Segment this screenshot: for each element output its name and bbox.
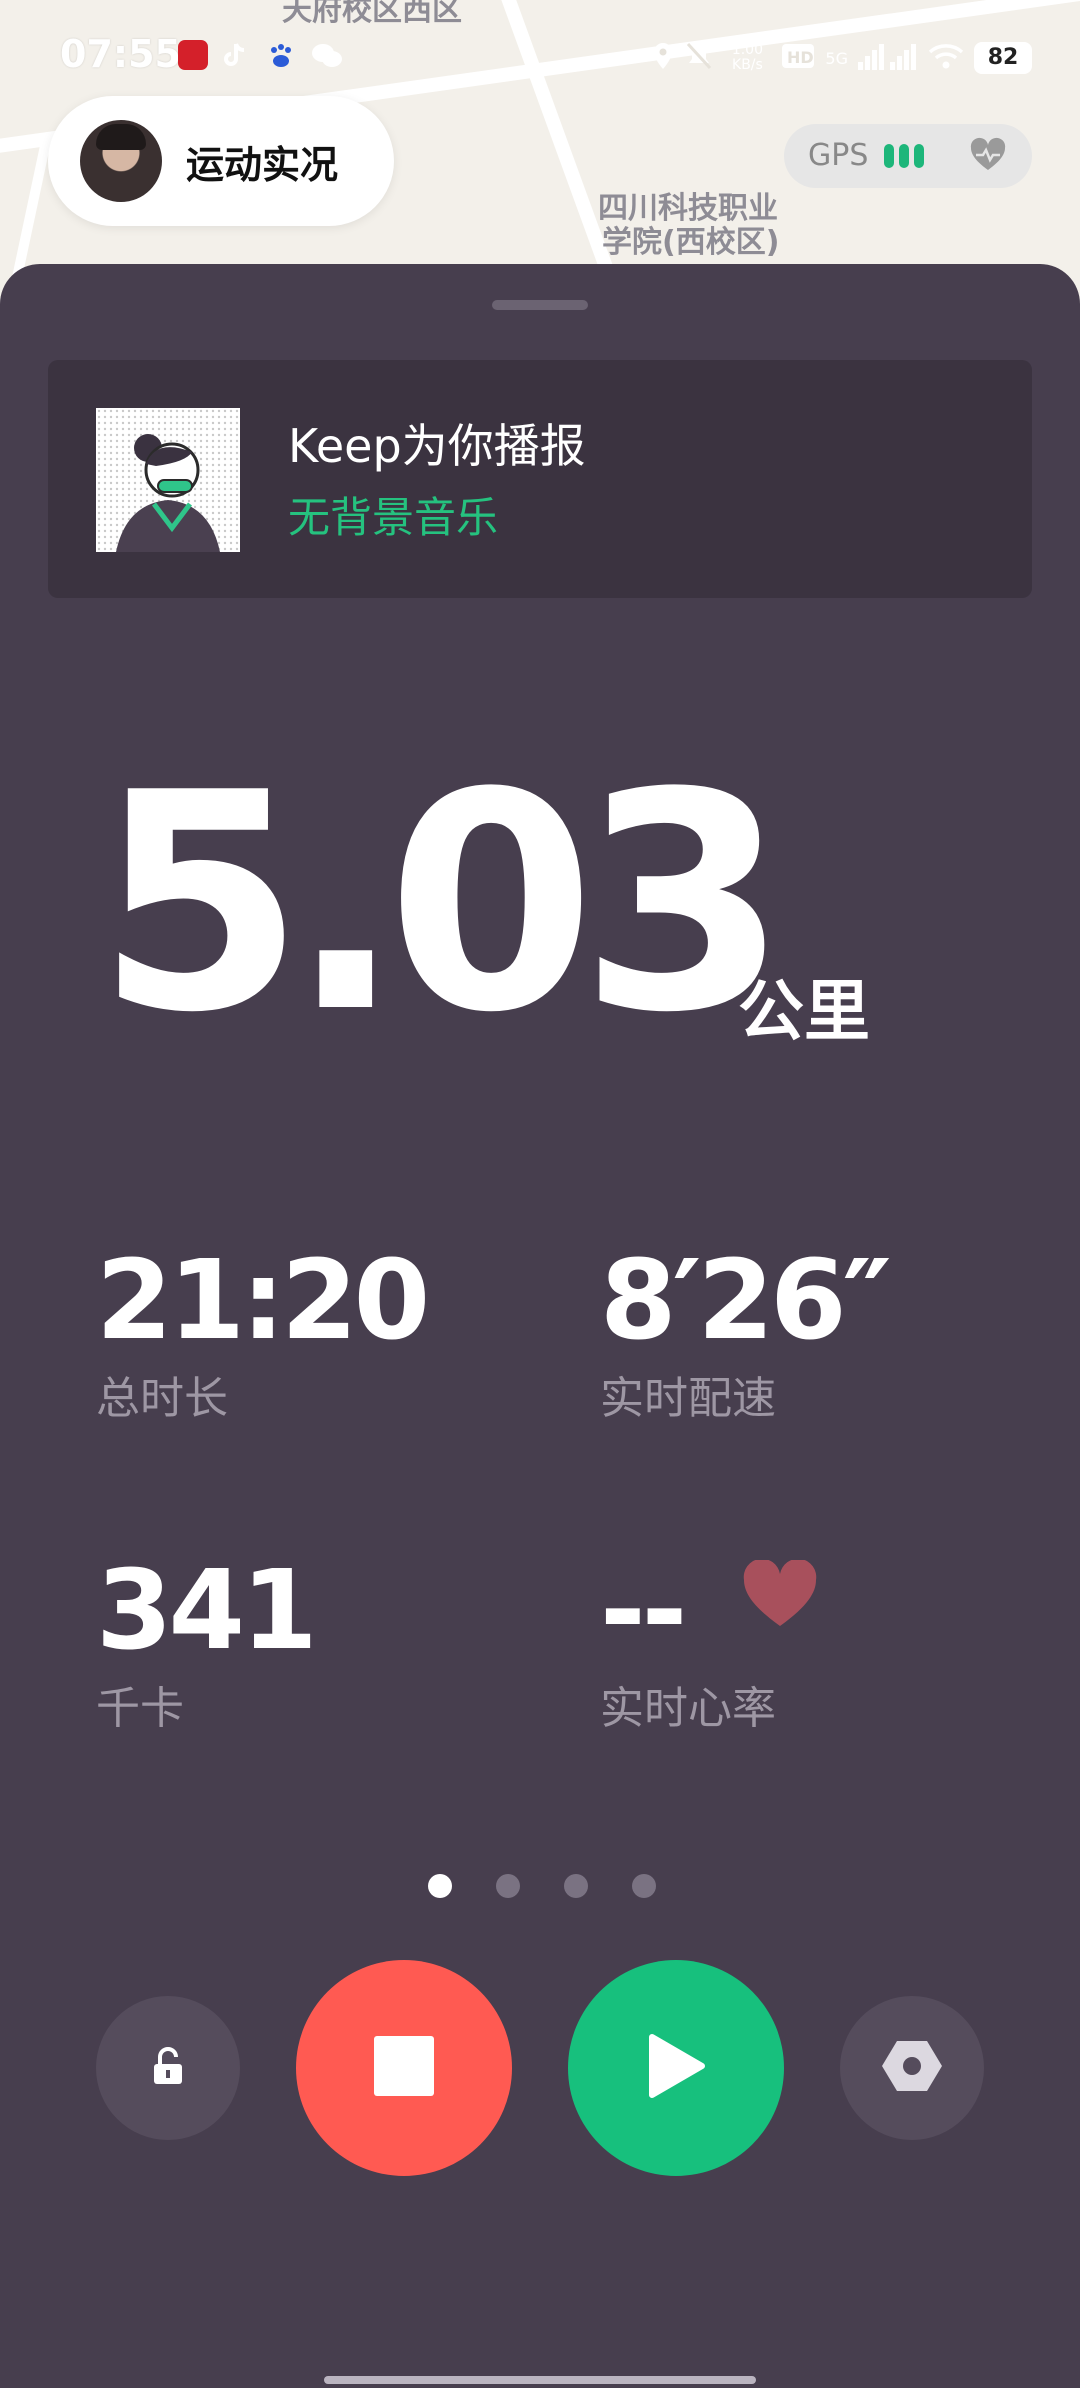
page-dot[interactable] <box>496 1874 520 1898</box>
calories-value: 341 <box>96 1546 318 1674</box>
voice-coach-avatar <box>96 408 240 552</box>
workout-sheet: Keep为你播报 无背景音乐 5.03 公里 21:20 总时长 8′26″ 实… <box>0 264 1080 2388</box>
duration-value: 21:20 <box>96 1236 430 1364</box>
mute-icon <box>685 41 713 75</box>
baidu-icon <box>266 40 296 70</box>
lock-icon <box>150 2046 186 2090</box>
heart-rate-value: -- <box>600 1546 687 1674</box>
hd-icon: HD <box>781 42 815 74</box>
map-label-campus: 天府校区西区 <box>282 0 462 28</box>
drag-handle[interactable] <box>492 300 588 310</box>
status-icons: 1.00 KB/s HD 5G 82 <box>651 38 1032 78</box>
avatar[interactable] <box>80 120 162 202</box>
pace-label: 实时配速 <box>600 1373 776 1424</box>
gps-label: GPS <box>808 138 869 173</box>
gps-bar <box>914 144 924 168</box>
page-title: 运动实况 <box>186 143 339 187</box>
page-dot-active[interactable] <box>428 1874 452 1898</box>
page-indicator[interactable] <box>428 1874 656 1898</box>
page-dot[interactable] <box>564 1874 588 1898</box>
map-label-college-line1: 四川科技职业 <box>598 191 778 226</box>
distance-unit: 公里 <box>738 973 870 1050</box>
stop-button[interactable] <box>296 1960 512 2176</box>
distance-value: 5.03 <box>96 729 788 1078</box>
user-live-pill[interactable]: 运动实况 <box>48 96 394 226</box>
network-speed: 1.00 KB/s <box>731 42 763 73</box>
broadcast-title: Keep为你播报 <box>288 419 586 473</box>
gps-bar <box>899 144 909 168</box>
gps-signal-bars <box>884 144 924 168</box>
gps-bar <box>884 144 894 168</box>
battery-indicator: 82 <box>974 42 1032 74</box>
settings-icon <box>882 2039 942 2097</box>
svg-text:HD: HD <box>787 48 814 67</box>
page-dot[interactable] <box>632 1874 656 1898</box>
wifi-icon <box>928 42 964 74</box>
netease-music-icon <box>178 40 208 70</box>
gps-status-pill[interactable]: GPS <box>784 124 1032 188</box>
lock-button[interactable] <box>96 1996 240 2140</box>
status-bar: 07:55 1.00 KB/s HD 5G 82 <box>0 28 1080 88</box>
heart-rate-label: 实时心率 <box>600 1683 776 1734</box>
pace-value: 8′26″ <box>600 1236 892 1364</box>
wechat-icon <box>310 40 342 70</box>
settings-button[interactable] <box>840 1996 984 2140</box>
heart-monitor-icon[interactable] <box>968 136 1008 180</box>
stop-icon <box>372 2034 436 2102</box>
play-icon <box>644 2031 708 2105</box>
map-label-college-line2: 学院(西校区) <box>602 225 780 260</box>
heart-icon <box>742 1558 818 1634</box>
voice-broadcast-card[interactable]: Keep为你播报 无背景音乐 <box>48 360 1032 598</box>
resume-button[interactable] <box>568 1960 784 2176</box>
signal-icon <box>858 42 918 74</box>
duration-label: 总时长 <box>96 1373 228 1424</box>
calories-label: 千卡 <box>96 1683 184 1734</box>
network-type: 5G <box>825 48 848 68</box>
broadcast-music-status[interactable]: 无背景音乐 <box>288 484 498 545</box>
status-time: 07:55 <box>60 32 181 76</box>
home-indicator[interactable] <box>324 2376 756 2384</box>
tiktok-icon <box>220 40 250 70</box>
location-icon <box>651 41 675 75</box>
